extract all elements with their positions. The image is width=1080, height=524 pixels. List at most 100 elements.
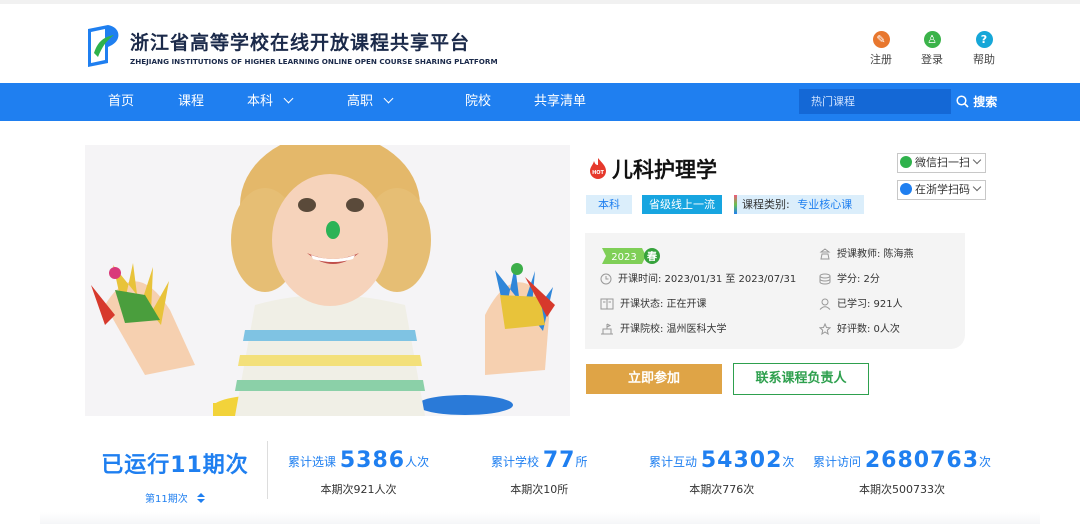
stat-label: 累计学校 xyxy=(491,455,540,469)
term-year: 2023 xyxy=(611,252,636,263)
info-period: 开课时间: 2023/01/31 至 2023/07/31 xyxy=(600,273,796,287)
chevron-down-icon xyxy=(972,155,982,165)
stat-sub: 本期次10所 xyxy=(510,483,569,496)
category-label: 课程类别: xyxy=(742,198,790,211)
period-selector[interactable]: 第11期次 xyxy=(90,490,260,505)
app-share-label: 在浙学扫码 xyxy=(915,183,970,196)
search-button[interactable]: 搜索 xyxy=(956,83,997,121)
term-badge: 2023 春 xyxy=(602,248,660,264)
stat-value: 5386 xyxy=(339,448,406,473)
stat-unit: 次 xyxy=(979,455,992,469)
join-course-button[interactable]: 立即参加 xyxy=(586,364,722,394)
info-period-text: 开课时间: 2023/01/31 至 2023/07/31 xyxy=(618,274,797,285)
wechat-share-dropdown[interactable]: 微信扫一扫 xyxy=(897,153,986,173)
info-rating-text: 好评数: 0人次 xyxy=(837,324,900,335)
site-header: 浙江省高等学校在线开放课程共享平台 ZHEJIANG INSTITUTIONS … xyxy=(0,4,1080,83)
stat-unit: 所 xyxy=(575,455,588,469)
info-school: 开课院校: 温州医科大学 xyxy=(600,323,727,337)
course-title: 儿科护理学 xyxy=(612,158,717,182)
search-input[interactable] xyxy=(799,89,951,114)
tag-provincial: 省级线上一流 xyxy=(642,195,722,214)
stat-unit: 人次 xyxy=(405,455,430,469)
user-icon: ♙ xyxy=(923,31,941,48)
main-nav: 首页 课程 本科 高职 院校 共享清单 搜索 xyxy=(0,83,1080,121)
tag-category: 课程类别: 专业核心课 xyxy=(734,195,864,214)
run-summary: 已运行11期次 第11期次 xyxy=(90,447,260,505)
info-school-text: 开课院校: 温州医科大学 xyxy=(620,324,727,335)
login-label: 登录 xyxy=(921,53,943,66)
stat-label: 累计选课 xyxy=(288,455,337,469)
term-season: 春 xyxy=(647,250,657,263)
stat-value: 77 xyxy=(542,448,576,473)
info-credit-text: 学分: 2分 xyxy=(837,274,880,285)
platform-logo-icon[interactable] xyxy=(84,23,124,69)
nav-vocational[interactable]: 高职 xyxy=(347,83,394,121)
app-icon xyxy=(900,183,912,195)
info-learned-text: 已学习: 921人 xyxy=(837,299,903,310)
login-link[interactable]: ♙ 登录 xyxy=(912,31,952,67)
stat-schools: 累计学校 77所 本期次10所 xyxy=(491,448,587,497)
database-icon xyxy=(819,273,831,285)
nav-share-list[interactable]: 共享清单 xyxy=(534,83,586,121)
help-link[interactable]: ? 帮助 xyxy=(964,31,1004,67)
nav-undergrad[interactable]: 本科 xyxy=(247,83,294,121)
course-info-panel: 2023 春 开课时间: 2023/01/31 至 2023/07/31 开课状… xyxy=(585,233,965,349)
stat-sub: 本期次921人次 xyxy=(320,483,397,496)
nav-home[interactable]: 首页 xyxy=(108,83,134,121)
hot-badge-icon: HOT xyxy=(590,158,606,179)
category-marker-icon xyxy=(734,195,737,214)
chevron-down-icon xyxy=(972,182,982,192)
stat-label: 累计访问 xyxy=(813,455,862,469)
stat-visits: 累计访问 2680763次 本期次500733次 xyxy=(813,448,991,497)
stat-label: 累计互动 xyxy=(649,455,698,469)
info-teacher-text: 授课教师: 陈海燕 xyxy=(837,249,914,260)
info-rating: 好评数: 0人次 xyxy=(818,322,900,337)
info-status: 开课状态: 正在开课 xyxy=(600,298,707,312)
info-learned: 已学习: 921人 xyxy=(819,298,903,312)
clock-icon xyxy=(600,273,612,285)
stat-interactions: 累计互动 54302次 本期次776次 xyxy=(649,448,794,497)
svg-text:HOT: HOT xyxy=(592,170,604,176)
person-icon xyxy=(819,298,831,310)
run-title: 已运行11期次 xyxy=(101,453,249,478)
register-link[interactable]: ✎ 注册 xyxy=(861,31,901,67)
chevron-down-icon xyxy=(283,93,294,104)
wechat-share-label: 微信扫一扫 xyxy=(915,156,970,169)
stat-sub: 本期次500733次 xyxy=(859,483,945,496)
search-icon xyxy=(956,95,969,108)
info-status-text: 开课状态: 正在开课 xyxy=(620,299,707,310)
stat-value: 2680763 xyxy=(864,448,979,473)
nav-schools[interactable]: 院校 xyxy=(465,83,491,121)
wechat-icon xyxy=(900,156,912,168)
brand-title: 浙江省高等学校在线开放课程共享平台 xyxy=(130,32,471,54)
book-icon xyxy=(600,298,614,310)
register-label: 注册 xyxy=(870,53,892,66)
stat-unit: 次 xyxy=(782,455,795,469)
info-teacher: 授课教师: 陈海燕 xyxy=(819,248,914,262)
star-icon xyxy=(818,322,832,336)
nav-courses[interactable]: 课程 xyxy=(178,83,204,121)
register-icon: ✎ xyxy=(872,31,890,48)
contact-owner-button[interactable]: 联系课程负责人 xyxy=(733,363,869,395)
stat-sub: 本期次776次 xyxy=(689,483,755,496)
category-value: 专业核心课 xyxy=(797,198,853,211)
stat-enrollments: 累计选课 5386人次 本期次921人次 xyxy=(288,448,429,497)
help-icon: ? xyxy=(975,31,993,48)
nav-vocational-label: 高职 xyxy=(347,94,374,109)
school-icon xyxy=(601,323,613,335)
stat-value: 54302 xyxy=(700,448,783,473)
chevron-down-icon xyxy=(383,93,394,104)
tag-undergrad: 本科 xyxy=(586,195,632,214)
teacher-icon xyxy=(819,248,831,260)
app-share-dropdown[interactable]: 在浙学扫码 xyxy=(897,180,986,200)
help-label: 帮助 xyxy=(973,53,995,66)
nav-undergrad-label: 本科 xyxy=(247,94,274,109)
course-cover-image xyxy=(85,145,570,416)
footer-shadow xyxy=(40,512,1040,524)
search-button-label: 搜索 xyxy=(973,95,998,109)
info-credit: 学分: 2分 xyxy=(819,273,880,287)
stats-divider xyxy=(267,441,268,499)
sort-arrows-icon xyxy=(196,493,205,503)
brand-subtitle: ZHEJIANG INSTITUTIONS OF HIGHER LEARNING… xyxy=(130,57,498,66)
period-selector-label: 第11期次 xyxy=(145,494,188,505)
